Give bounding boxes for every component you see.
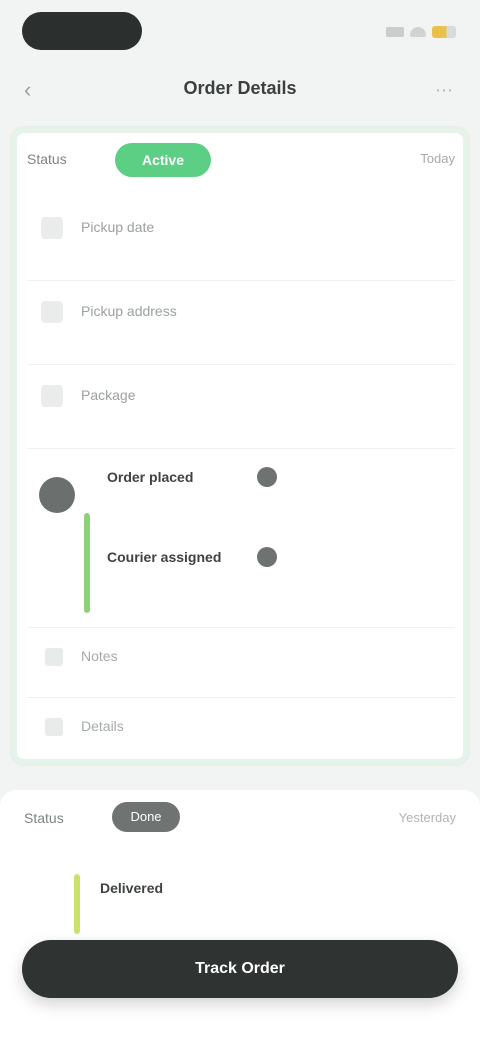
history-item-title: Delivered — [100, 880, 164, 896]
info-icon — [45, 718, 63, 736]
timeline-item[interactable]: Courier assigned — [107, 547, 447, 609]
signal-icon — [386, 27, 404, 37]
calendar-icon — [41, 217, 63, 239]
row-label: Pickup date — [81, 219, 155, 235]
status-dot-icon — [257, 547, 277, 567]
page-title: Order Details — [183, 78, 297, 98]
footer-row-label: Notes — [81, 648, 118, 664]
timeline-item-title: Order placed — [107, 469, 194, 485]
timeline-item-title: Courier assigned — [107, 549, 222, 565]
card-status-label: Status — [27, 151, 67, 167]
note-icon — [45, 648, 63, 666]
status-icons — [386, 26, 456, 38]
more-button[interactable]: ⋯ — [432, 78, 456, 102]
battery-icon — [432, 26, 456, 38]
timeline-item[interactable]: Order placed — [107, 467, 447, 529]
detail-row-package[interactable]: Package — [27, 365, 455, 449]
status-badge: Done — [112, 802, 180, 832]
chevron-left-icon: ‹ — [24, 77, 32, 102]
timeline: Order placed Courier assigned — [27, 457, 455, 627]
row-label: Package — [81, 387, 136, 403]
footer-row-notes[interactable]: Notes — [27, 627, 455, 687]
detail-row-pickup-address[interactable]: Pickup address — [27, 281, 455, 365]
location-icon — [41, 301, 63, 323]
card-header: Status Active Today — [27, 141, 455, 181]
detail-row-pickup-date[interactable]: Pickup date — [27, 197, 455, 281]
section-date: Yesterday — [398, 810, 456, 825]
order-card: Status Active Today Pickup date Pickup a… — [10, 126, 470, 766]
footer-row-label: Details — [81, 718, 124, 734]
section-status-label: Status — [24, 810, 64, 826]
track-order-button[interactable]: Track Order — [22, 940, 458, 998]
status-bar — [0, 0, 480, 64]
card-date: Today — [420, 151, 455, 166]
avatar — [39, 477, 75, 513]
wifi-icon — [410, 27, 426, 37]
back-button[interactable]: ‹ — [24, 78, 48, 102]
timeline-progress-line — [84, 513, 90, 613]
history-section: Status Done Yesterday Delivered — [0, 790, 480, 1040]
status-pill — [22, 12, 142, 50]
row-label: Pickup address — [81, 303, 177, 319]
status-badge: Active — [115, 143, 211, 177]
detail-rows: Pickup date Pickup address Package — [27, 197, 455, 449]
package-icon — [41, 385, 63, 407]
more-icon: ⋯ — [435, 80, 453, 100]
footer-row-details[interactable]: Details — [27, 697, 455, 757]
status-dot-icon — [257, 467, 277, 487]
nav-bar: ‹ Order Details ⋯ — [0, 64, 480, 116]
timeline-progress-line — [74, 874, 80, 934]
